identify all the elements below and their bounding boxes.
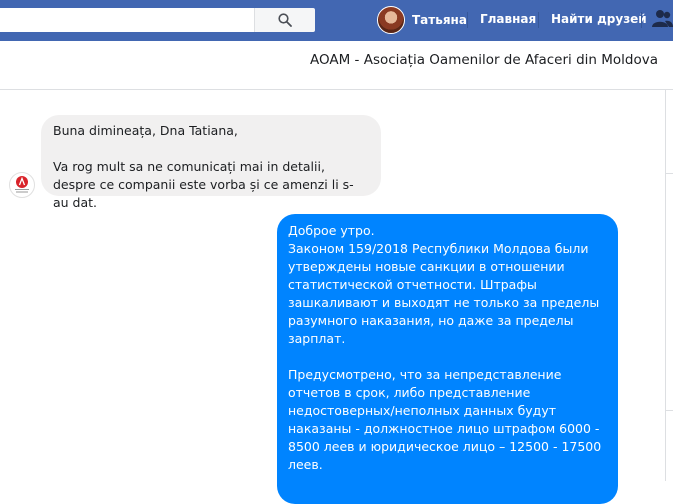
divider bbox=[666, 410, 673, 411]
nav-divider bbox=[538, 12, 539, 28]
avatar[interactable] bbox=[377, 6, 405, 34]
search-input[interactable] bbox=[0, 8, 315, 32]
nav-user-name[interactable]: Татьяна bbox=[412, 13, 467, 27]
conversation-title[interactable]: AOAM - Asociația Oamenilor de Afaceri di… bbox=[310, 52, 658, 68]
top-navigation-bar: Татьяна Главная Найти друзей bbox=[0, 0, 673, 42]
message-bubble-incoming[interactable]: Buna dimineața, Dna Tatiana, Va rog mult… bbox=[41, 115, 381, 210]
aoam-page-avatar[interactable] bbox=[9, 172, 35, 198]
nav-find-friends-link[interactable]: Найти друзей bbox=[551, 12, 647, 26]
message-bubble-outgoing[interactable]: Доброе утро. Законом 159/2018 Республики… bbox=[277, 214, 618, 504]
divider bbox=[666, 173, 673, 174]
search-button[interactable] bbox=[254, 8, 315, 32]
friends-icon[interactable] bbox=[652, 9, 673, 29]
conversation-header: AOAM - Asociația Oamenilor de Afaceri di… bbox=[0, 41, 673, 90]
aoam-logo-icon bbox=[15, 176, 29, 193]
nav-divider bbox=[467, 12, 468, 28]
search-icon bbox=[278, 13, 292, 27]
nav-home-link[interactable]: Главная bbox=[480, 12, 536, 26]
nav-profile-link[interactable]: Татьяна bbox=[377, 5, 467, 35]
nav-divider bbox=[641, 12, 642, 28]
details-panel-edge bbox=[665, 90, 673, 481]
